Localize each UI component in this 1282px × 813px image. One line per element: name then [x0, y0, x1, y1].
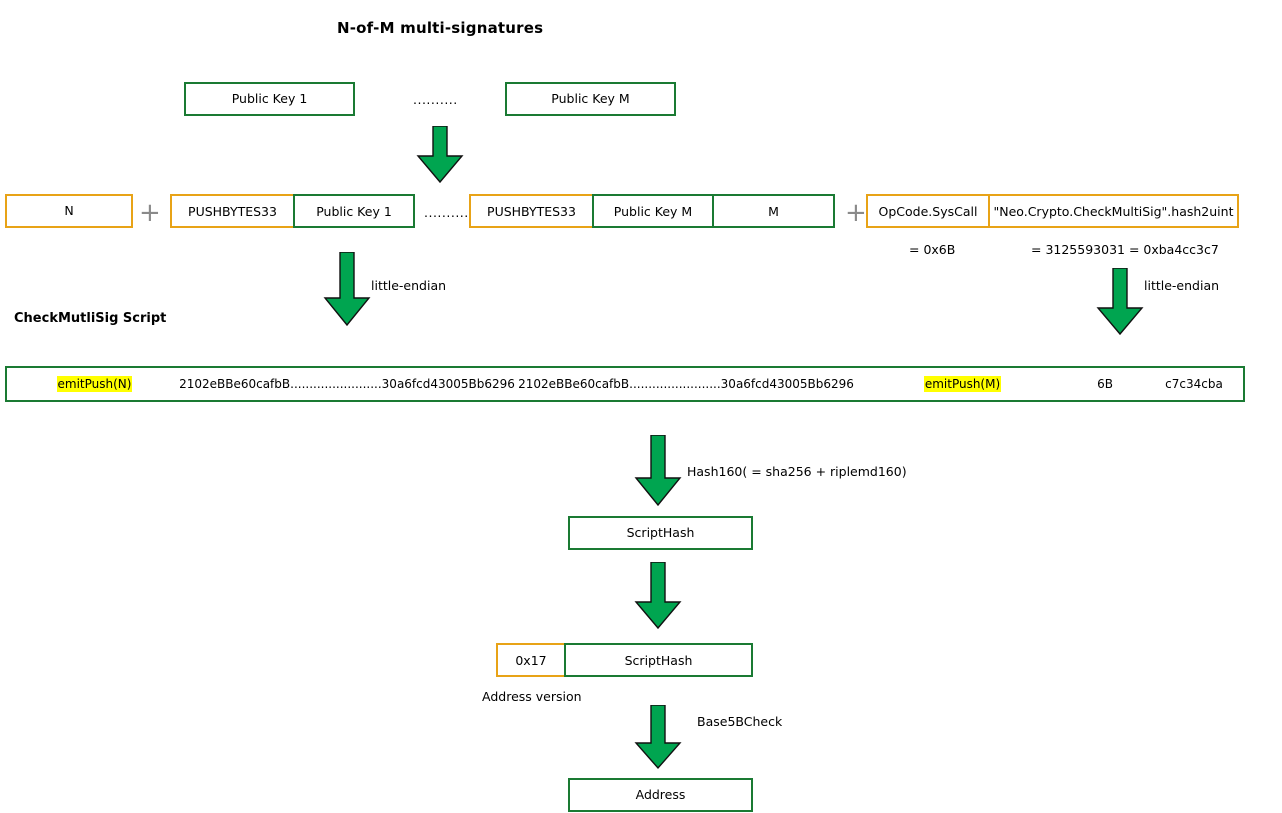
n-count-box: N: [5, 194, 133, 228]
emit-push-m-label: emitPush(M): [923, 376, 1002, 392]
down-arrow-icon-right: [1096, 268, 1144, 336]
plus-separator-1: +: [139, 198, 161, 228]
hash160-label: Hash160( = sha256 + riplemd160): [687, 464, 907, 479]
hex-first-cell: 2102eBBe60cafbB........................3…: [179, 377, 515, 391]
interop-method-segment: "Neo.Crypto.CheckMultiSig".hash2uint: [988, 194, 1239, 228]
interop-hash-note: = 3125593031 = 0xba4cc3c7: [1031, 242, 1219, 257]
base58check-label: Base5BCheck: [697, 714, 783, 729]
emit-push-m-cell: emitPush(M): [860, 376, 1065, 392]
emit-push-n-label: emitPush(N): [56, 376, 133, 392]
public-key-first-label: Public Key 1: [231, 90, 308, 106]
pubkey-ellipsis: ..........: [413, 92, 458, 107]
address-version-byte: 0x17: [496, 643, 566, 677]
serialized-script-bar: emitPush(N) 2102eBBe60cafbB.............…: [5, 366, 1245, 402]
pubkey-last-segment: Public Key M: [592, 194, 714, 228]
pushbytes33-first: PUSHBYTES33: [170, 194, 295, 228]
address-box: Address: [568, 778, 753, 812]
down-arrow-icon-left: [323, 252, 371, 327]
address-version-label: Address version: [482, 689, 582, 704]
diagram-canvas: N-of-M multi-signatures Public Key 1 ...…: [0, 0, 1282, 813]
public-key-last-label: Public Key M: [551, 90, 630, 106]
pushbytes33-last: PUSHBYTES33: [469, 194, 594, 228]
hex-last-cell: 2102eBBe60cafbB........................3…: [518, 377, 854, 391]
n-count-label: N: [64, 202, 74, 218]
public-key-first-box: Public Key 1: [184, 82, 355, 116]
m-count-segment: M: [712, 194, 835, 228]
pubkey-last-script-group: PUSHBYTES33 Public Key M M: [469, 194, 835, 228]
script-ellipsis: ..........: [424, 205, 469, 220]
script-hash-segment: ScriptHash: [564, 643, 753, 677]
opcode-syscall-note: = 0x6B: [909, 242, 956, 257]
plus-separator-2: +: [845, 198, 867, 228]
versioned-script-hash-group: 0x17 ScriptHash: [496, 643, 753, 677]
syscall-byte-cell: 6B: [1097, 377, 1113, 391]
down-arrow-icon-base58: [634, 705, 682, 770]
little-endian-label-right: little-endian: [1144, 278, 1220, 293]
down-arrow-icon-hash160: [634, 435, 682, 507]
little-endian-label-left: little-endian: [371, 278, 447, 293]
opcode-syscall-segment: OpCode.SysCall: [866, 194, 990, 228]
script-hash-label: ScriptHash: [626, 524, 695, 540]
emit-push-n-cell: emitPush(N): [7, 376, 182, 392]
public-key-last-box: Public Key M: [505, 82, 676, 116]
script-hash-box: ScriptHash: [568, 516, 753, 550]
down-arrow-icon-version: [634, 562, 682, 630]
pubkey-first-script-group: PUSHBYTES33 Public Key 1: [170, 194, 415, 228]
interop-hash-le-cell: c7c34cba: [1165, 377, 1223, 391]
address-label: Address: [635, 786, 686, 802]
syscall-group: OpCode.SysCall "Neo.Crypto.CheckMultiSig…: [866, 194, 1239, 228]
pubkey-first-segment: Public Key 1: [293, 194, 415, 228]
down-arrow-icon: [416, 126, 464, 184]
page-title: N-of-M multi-signatures: [337, 19, 544, 37]
checkmultisig-script-caption: CheckMutliSig Script: [14, 311, 167, 326]
